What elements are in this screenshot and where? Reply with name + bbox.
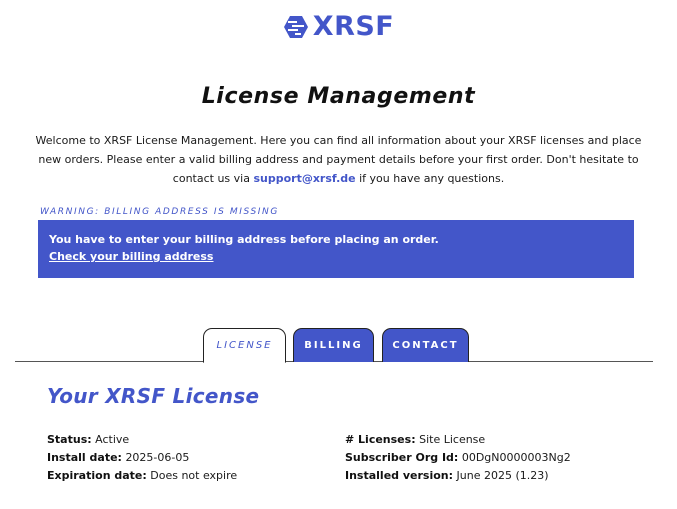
tab-license[interactable]: LICENSE: [203, 328, 286, 363]
status-value: Active: [95, 433, 130, 446]
intro-text-end: if you have any questions.: [355, 172, 505, 185]
install-date-value: 2025-06-05: [125, 451, 190, 464]
subscriber-org-id-value: 00DgN0000003Ng2: [461, 451, 571, 464]
licenses-count-label: # Licenses:: [345, 433, 416, 446]
expiration-date-value: Does not expire: [150, 469, 238, 482]
installed-version-value: June 2025 (1.23): [456, 469, 549, 482]
installed-version-label: Installed version:: [345, 469, 454, 482]
licenses-count-row: # Licenses: Site License: [345, 431, 571, 449]
check-billing-address-link[interactable]: Check your billing address: [49, 248, 623, 265]
expiration-date-row: Expiration date: Does not expire: [47, 467, 237, 485]
license-section-title: Your XRSF License: [47, 384, 260, 408]
brand-logo-text: XRSF: [312, 11, 395, 42]
installed-version-row: Installed version: June 2025 (1.23): [345, 467, 571, 485]
warning-message: You have to enter your billing address b…: [49, 233, 439, 246]
warning-label: WARNING: BILLING ADDRESS IS MISSING: [40, 207, 279, 217]
support-email-link[interactable]: support@xrsf.de: [253, 172, 355, 185]
install-date-label: Install date:: [47, 451, 122, 464]
subscriber-org-id-row: Subscriber Org Id: 00DgN0000003Ng2: [345, 449, 571, 467]
hexagon-logo-icon: [283, 14, 309, 40]
tab-contact[interactable]: CONTACT: [382, 328, 469, 362]
license-info-right: # Licenses: Site License Subscriber Org …: [345, 431, 571, 485]
licenses-count-value: Site License: [419, 433, 486, 446]
page-title: License Management: [201, 84, 476, 109]
billing-warning-banner: You have to enter your billing address b…: [38, 220, 634, 278]
tab-billing[interactable]: BILLING: [293, 328, 374, 362]
brand-logo: XRSF: [0, 12, 677, 42]
intro-text: Welcome to XRSF License Management. Here…: [30, 131, 647, 188]
expiration-date-label: Expiration date:: [47, 469, 147, 482]
install-date-row: Install date: 2025-06-05: [47, 449, 237, 467]
subscriber-org-id-label: Subscriber Org Id:: [345, 451, 459, 464]
license-info-left: Status: Active Install date: 2025-06-05 …: [47, 431, 237, 485]
status-label: Status:: [47, 433, 92, 446]
status-row: Status: Active: [47, 431, 237, 449]
